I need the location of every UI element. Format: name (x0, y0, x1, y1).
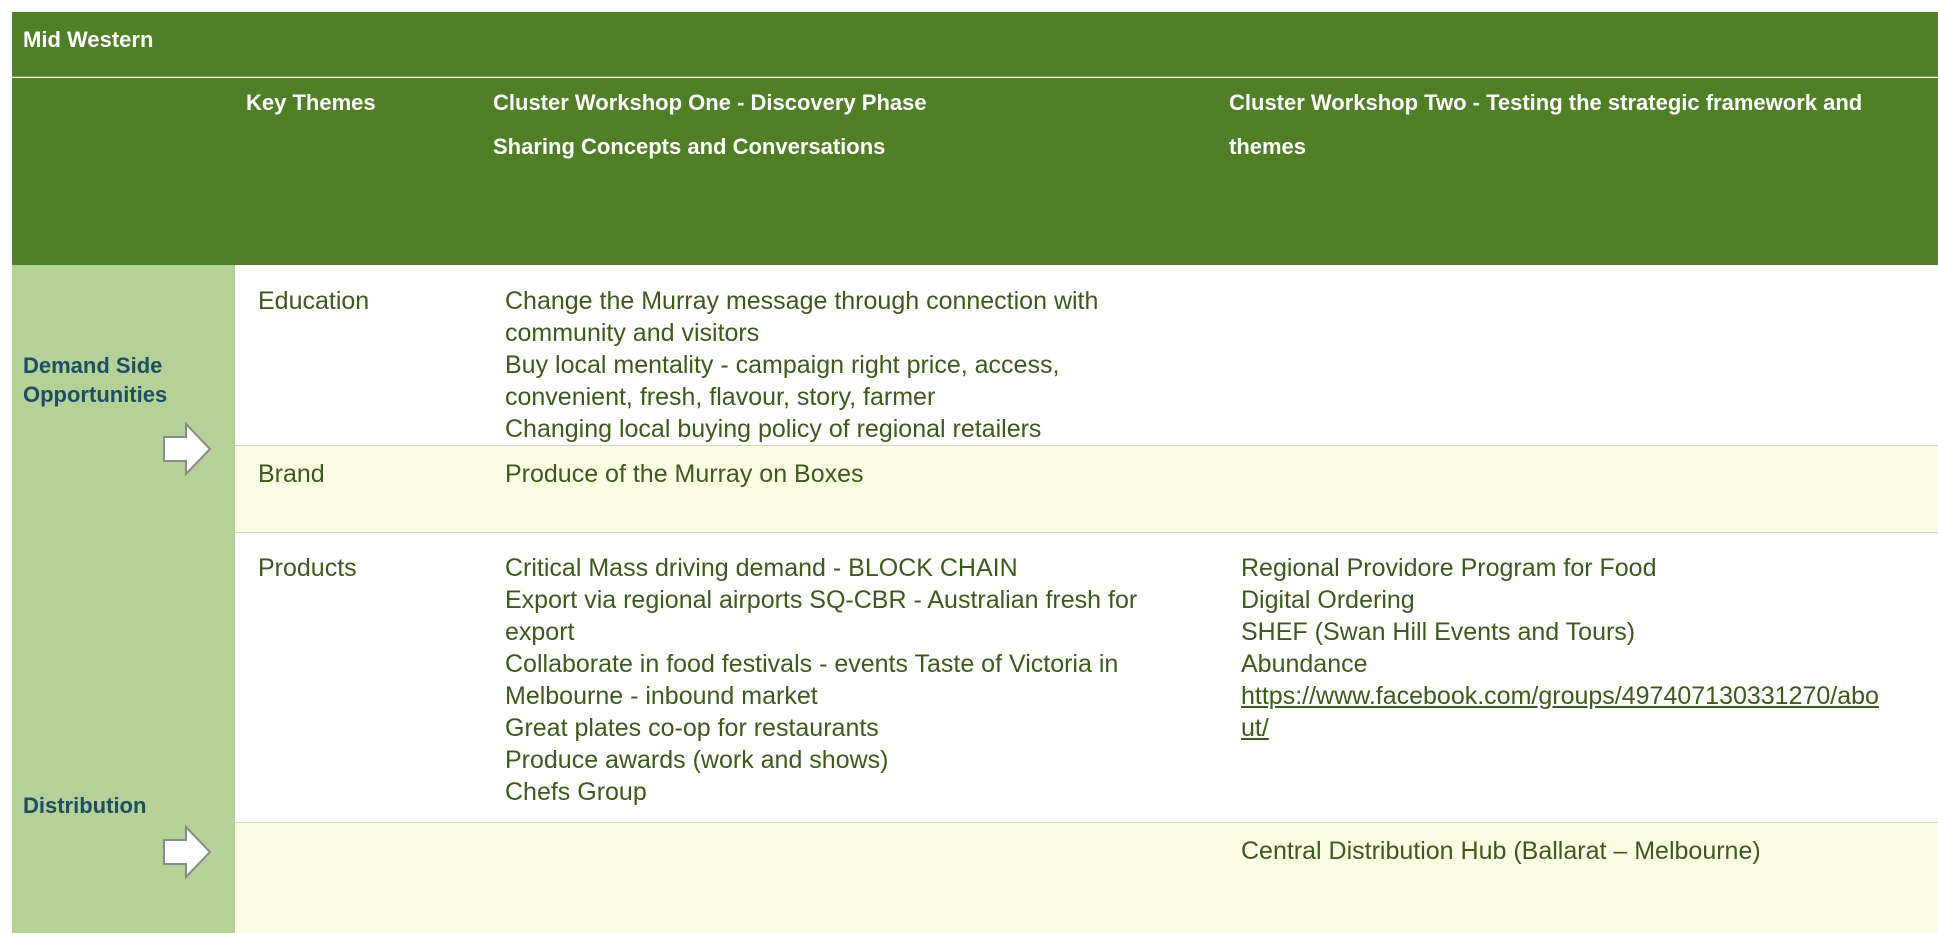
cell-line: Regional Providore Program for Food (1241, 554, 1657, 582)
cell-line: Great plates co-op for restaurants (505, 714, 879, 742)
facebook-group-link[interactable]: ut/ (1241, 712, 1879, 744)
table-row-brand: Brand Produce of the Murray on Boxes (235, 446, 1938, 533)
key-themes-header-text: Key Themes (246, 90, 376, 115)
region-title: Mid Western (23, 27, 154, 52)
facebook-link-line[interactable]: https://www.facebook.com/groups/49740713… (1241, 682, 1879, 710)
arrow-right-icon (163, 825, 212, 879)
facebook-link-line[interactable]: ut/ (1241, 714, 1269, 742)
cell-line: Produce awards (work and shows) (505, 746, 889, 774)
workshop-two-header: Cluster Workshop Two - Testing the strat… (1229, 81, 1862, 169)
key-themes-header: Key Themes (246, 81, 376, 125)
theme-cell: Education (258, 287, 370, 315)
theme-table: Mid Western Key Themes Cluster Workshop … (12, 12, 1938, 933)
cell-line: Digital Ordering (1241, 586, 1415, 614)
cell-line: Collaborate in food festivals - events T… (505, 650, 1119, 678)
facebook-group-link[interactable]: https://www.facebook.com/groups/49740713… (1241, 680, 1879, 712)
workshop-two-cell: Regional Providore Program for Food Digi… (1241, 552, 1879, 744)
workshop-two-header-line: Cluster Workshop Two - Testing the strat… (1229, 90, 1863, 115)
cell-line: convenient, fresh, flavour, story, farme… (505, 383, 936, 411)
workshop-one-cell: Produce of the Murray on Boxes (505, 458, 864, 490)
cell-line: Produce of the Murray on Boxes (505, 460, 864, 488)
cell-line: Chefs Group (505, 778, 647, 806)
section-sidebar: Demand Side Opportunities Distribution (12, 265, 235, 933)
cell-line: Melbourne - inbound market (505, 682, 818, 710)
demand-side-label: Demand Side Opportunities (23, 353, 168, 407)
cell-line: Abundance (1241, 650, 1368, 678)
workshop-one-header-line: Cluster Workshop One - Discovery Phase (493, 90, 927, 115)
cell-line: community and visitors (505, 319, 760, 347)
workshop-one-cell: Change the Murray message through connec… (505, 285, 1098, 445)
cell-line: Critical Mass driving demand - BLOCK CHA… (505, 554, 1018, 582)
workshop-two-cell: Central Distribution Hub (Ballarat – Mel… (1241, 835, 1761, 867)
cell-line: SHEF (Swan Hill Events and Tours) (1241, 618, 1636, 646)
cell-line: Buy local mentality - campaign right pri… (505, 351, 1060, 379)
cell-line: Change the Murray message through connec… (505, 287, 1099, 315)
workshop-one-header-line: Sharing Concepts and Conversations (493, 134, 886, 159)
theme-cell: Brand (258, 460, 325, 488)
cell-line: Changing local buying policy of regional… (505, 415, 1042, 443)
cell-line: Export via regional airports SQ-CBR - Au… (505, 586, 1138, 614)
theme-cell: Products (258, 554, 357, 582)
cell-line: export (505, 618, 575, 646)
arrow-right-icon (163, 422, 212, 476)
cell-line: Central Distribution Hub (Ballarat – Mel… (1241, 837, 1761, 865)
table-row-products: Products Critical Mass driving demand - … (235, 533, 1938, 823)
workshop-one-header: Cluster Workshop One - Discovery Phase S… (493, 81, 927, 169)
header-row: Key Themes Cluster Workshop One - Discov… (12, 78, 1938, 265)
table-row-distribution: Central Distribution Hub (Ballarat – Mel… (235, 823, 1938, 933)
region-title-bar: Mid Western (12, 12, 1938, 77)
workshop-two-header-line: themes (1229, 134, 1307, 159)
workshop-one-cell: Critical Mass driving demand - BLOCK CHA… (505, 552, 1137, 808)
table-row-education: Education Change the Murray message thro… (235, 265, 1938, 446)
distribution-label: Distribution (23, 793, 147, 818)
